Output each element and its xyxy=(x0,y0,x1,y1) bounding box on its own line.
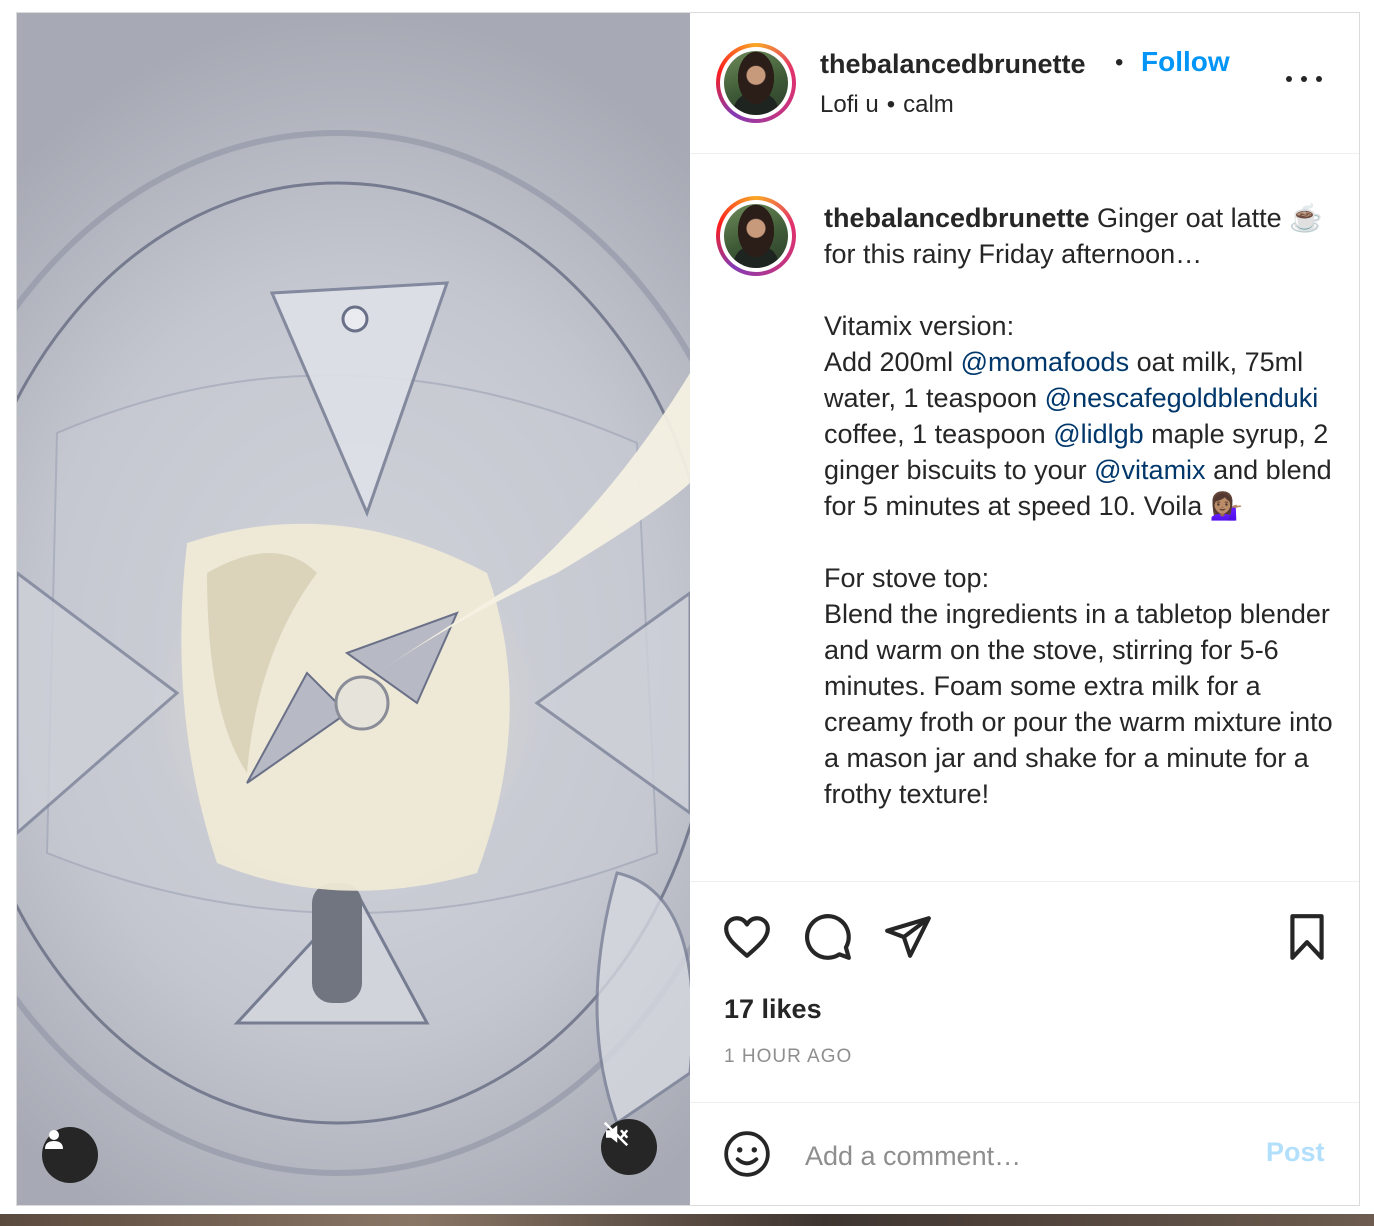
likes-count[interactable]: 17 likes xyxy=(724,994,822,1025)
user-icon xyxy=(45,1130,63,1149)
more-dot xyxy=(1316,76,1322,82)
vitamix-heading: Vitamix version: xyxy=(824,311,1015,341)
more-dot xyxy=(1286,76,1292,82)
share-icon[interactable] xyxy=(883,912,933,962)
caption-author-avatar[interactable] xyxy=(716,196,796,276)
post-details-panel: thebalancedbrunette • Follow Lofi u • calm… xyxy=(690,13,1359,1205)
stove-text: Blend the ingredients in a tabletop blen… xyxy=(824,599,1333,809)
post-video[interactable] xyxy=(17,13,690,1205)
caption-text: thebalancedbrunette Ginger oat latte ☕️ … xyxy=(824,200,1336,812)
bookmark-icon[interactable] xyxy=(1282,912,1332,962)
vitamix-text-1: Add 200ml xyxy=(824,347,961,377)
mention-nescafe[interactable]: @nescafegoldblenduki xyxy=(1045,383,1319,413)
mention-vitamix[interactable]: @vitamix xyxy=(1094,455,1205,485)
comment-icon[interactable] xyxy=(803,912,853,962)
post-comment-button[interactable]: Post xyxy=(1266,1137,1325,1168)
caption-avatar-image xyxy=(724,204,788,268)
stove-heading: For stove top: xyxy=(824,563,990,593)
comment-box: Post xyxy=(690,1102,1359,1205)
post-timestamp[interactable]: 1 HOUR AGO xyxy=(724,1046,852,1068)
mute-toggle-button[interactable] xyxy=(601,1119,657,1175)
mention-momafoods[interactable]: @momafoods xyxy=(961,347,1129,377)
page-background-strip xyxy=(0,1214,1374,1226)
separator-dot: • xyxy=(1115,49,1124,76)
action-bar: 17 likes 1 HOUR AGO xyxy=(690,882,1359,1102)
author-avatar-image xyxy=(724,51,788,115)
muted-speaker-icon xyxy=(603,1121,629,1147)
mention-lidlgb[interactable]: @lidlgb xyxy=(1053,419,1143,449)
tagged-users-button[interactable] xyxy=(42,1127,98,1183)
follow-button[interactable]: Follow xyxy=(1141,46,1230,78)
caption-username[interactable]: thebalancedbrunette xyxy=(824,203,1090,233)
audio-artist: Lofi u xyxy=(820,91,879,118)
author-username[interactable]: thebalancedbrunette xyxy=(820,49,1086,80)
caption-section: thebalancedbrunette Ginger oat latte ☕️ … xyxy=(690,154,1359,882)
audio-separator: • xyxy=(886,91,896,118)
more-options-button[interactable] xyxy=(1286,69,1322,89)
post-header: thebalancedbrunette • Follow Lofi u • calm xyxy=(690,13,1359,154)
vitamix-text-3: coffee, 1 teaspoon xyxy=(824,419,1054,449)
audio-track: calm xyxy=(903,91,954,118)
blender-illustration xyxy=(17,130,690,1176)
heart-icon[interactable] xyxy=(722,912,772,962)
author-avatar[interactable] xyxy=(716,43,796,123)
more-dot xyxy=(1301,76,1307,82)
emoji-icon[interactable] xyxy=(722,1129,772,1179)
post-modal: thebalancedbrunette • Follow Lofi u • calm… xyxy=(16,12,1360,1206)
audio-info[interactable]: Lofi u • calm xyxy=(820,91,954,119)
comment-input[interactable] xyxy=(803,1133,1237,1179)
